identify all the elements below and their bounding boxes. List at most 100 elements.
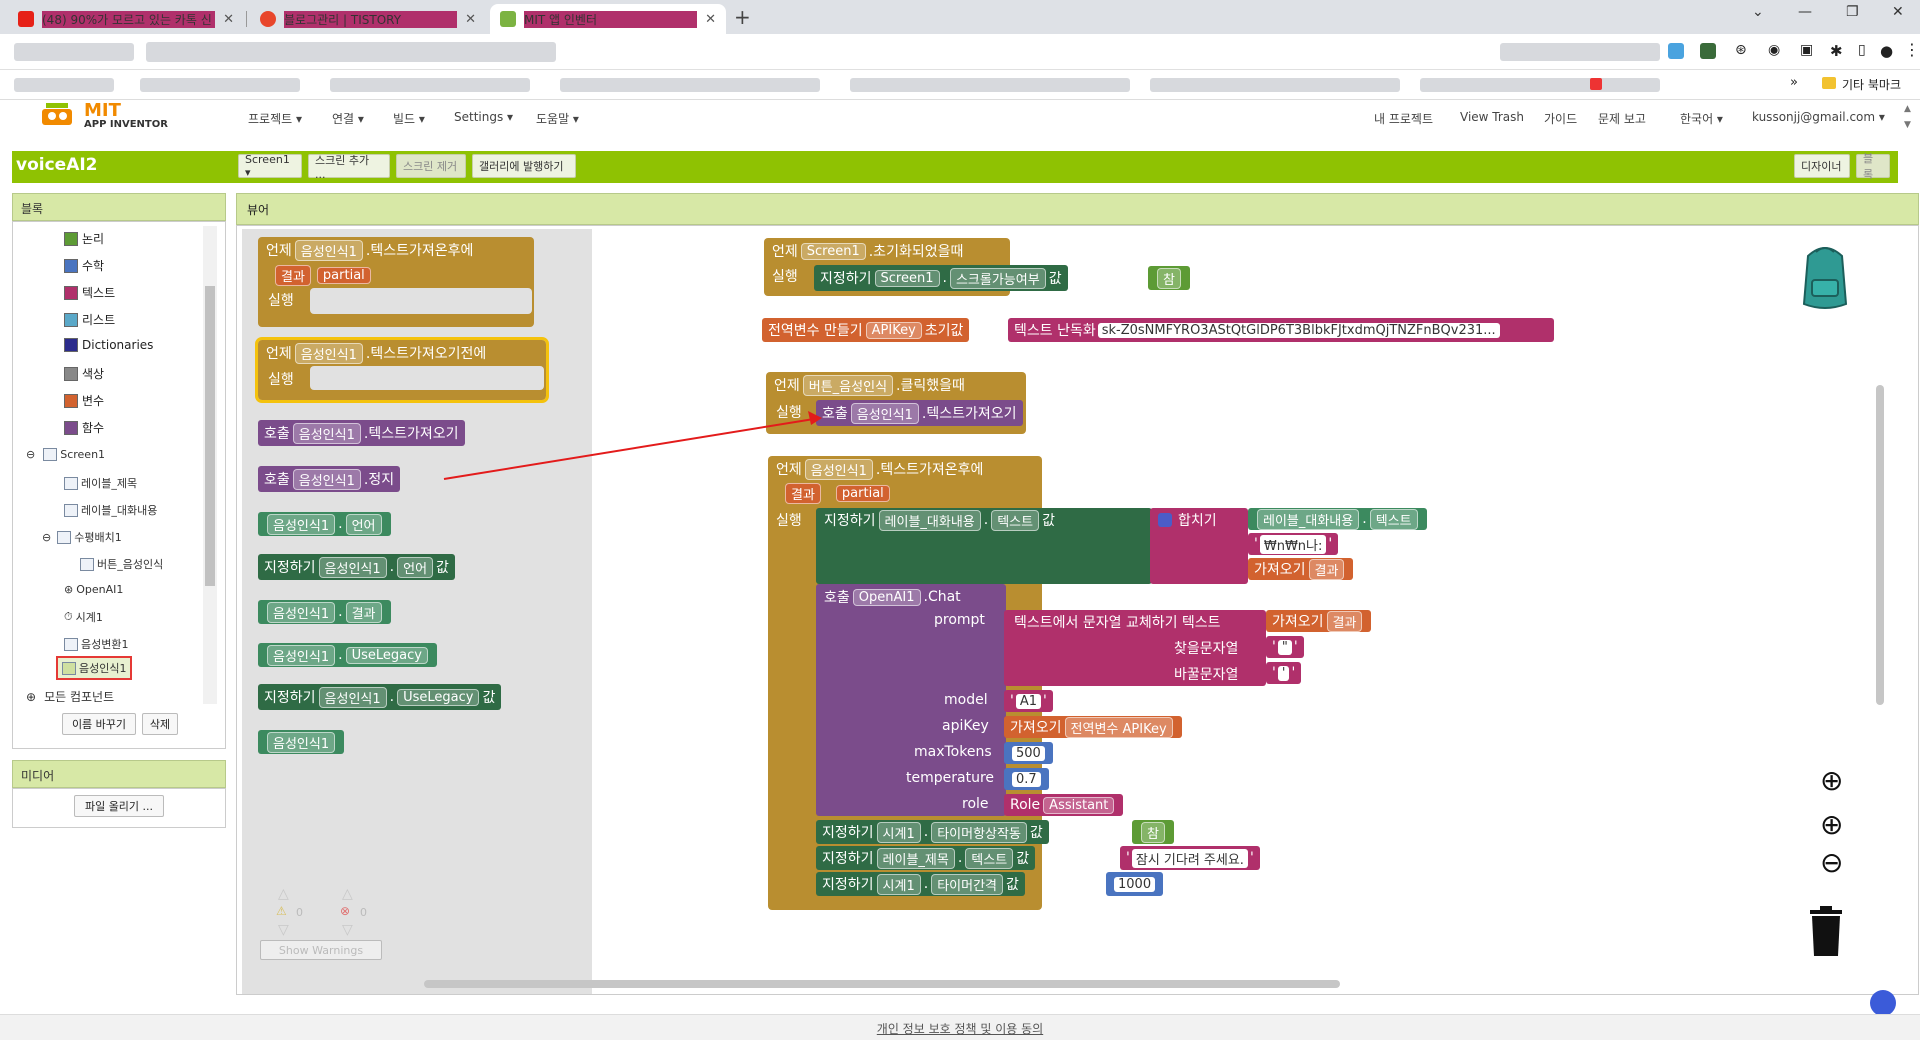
text-wait[interactable]: ' 잠시 기다려 주세요. ' bbox=[1120, 846, 1260, 870]
string[interactable]: 잠시 기다려 주세요. bbox=[1131, 848, 1248, 868]
flyout-get-language[interactable]: 음성인식1. 언어 bbox=[258, 512, 391, 536]
menu-build[interactable]: 빌드 ▾ bbox=[393, 110, 425, 127]
component-dropdown[interactable]: 음성인식1 bbox=[804, 458, 873, 480]
error-nav-up-icon[interactable]: △ bbox=[342, 886, 353, 902]
collapse-icon[interactable]: ⊖ bbox=[26, 448, 35, 461]
call-get-text[interactable]: 호출 음성인식1 .텍스트가져오기 bbox=[816, 400, 1023, 426]
component-dropdown[interactable]: 음성인식1 bbox=[294, 239, 363, 261]
chat-assistant-icon[interactable] bbox=[1870, 990, 1896, 1016]
flyout-component-block[interactable]: 음성인식1 bbox=[258, 730, 345, 754]
component-dropdown[interactable]: Screen1 bbox=[800, 242, 866, 260]
publish-gallery-button[interactable]: 갤러리에 발행하기 bbox=[472, 154, 576, 178]
bool-true[interactable]: 참 bbox=[1148, 266, 1190, 290]
block-variable[interactable]: 변수 bbox=[82, 392, 104, 409]
property-dropdown[interactable]: 언어 bbox=[345, 513, 382, 535]
menu-view-trash[interactable]: View Trash bbox=[1460, 110, 1524, 124]
flyout-set-language[interactable]: 지정하기 음성인식1. 언어 값 bbox=[258, 554, 455, 580]
bookmarks-more-chevron[interactable]: » bbox=[1790, 75, 1798, 90]
set-title-text[interactable]: 지정하기 레이블_제목. 텍스트 값 bbox=[816, 846, 1036, 870]
text-newline[interactable]: ' ₩n₩n나: ' bbox=[1248, 533, 1339, 555]
url-field[interactable] bbox=[146, 42, 556, 62]
property-dropdown[interactable]: 언어 bbox=[397, 556, 434, 578]
flyout-call-stop[interactable]: 호출 음성인식1 .정지 bbox=[258, 466, 401, 492]
privacy-link[interactable]: 개인 정보 보호 정책 및 이용 동의 bbox=[877, 1022, 1043, 1036]
logo-mit[interactable]: MIT bbox=[84, 100, 121, 121]
panel-scrollbar[interactable] bbox=[203, 226, 217, 704]
flyout-call-get-text[interactable]: 호출 음성인식1 .텍스트가져오기 bbox=[258, 420, 465, 446]
mit-logo-icon[interactable] bbox=[38, 101, 78, 131]
screen-dropdown[interactable]: Screen1 ▾ bbox=[238, 153, 302, 179]
collapse-icon[interactable]: ⊖ bbox=[42, 531, 51, 544]
menu-help[interactable]: 도움말 ▾ bbox=[536, 110, 579, 127]
more-menu-icon[interactable]: ⋮ bbox=[1904, 40, 1920, 59]
property-dropdown[interactable]: 타이머항상작동 bbox=[931, 821, 1027, 843]
component-dropdown[interactable]: 음성인식1 bbox=[850, 402, 919, 424]
var-dropdown[interactable]: 결과 bbox=[1308, 558, 1345, 580]
var-name[interactable]: APIKey bbox=[865, 321, 922, 339]
component-dropdown[interactable]: 음성인식1 bbox=[267, 731, 336, 753]
component-dropdown[interactable]: 버튼_음성인식 bbox=[802, 374, 894, 396]
block-color[interactable]: 색상 bbox=[82, 365, 104, 382]
extension-icon[interactable] bbox=[1668, 43, 1684, 59]
component-dropdown[interactable]: 음성인식1 bbox=[267, 644, 336, 666]
get-result[interactable]: 가져오기 결과 bbox=[1248, 558, 1354, 580]
menu-language[interactable]: 한국어 ▾ bbox=[1680, 110, 1723, 127]
menu-guide[interactable]: 가이드 bbox=[1544, 110, 1577, 127]
component-dropdown[interactable]: 음성인식1 bbox=[267, 601, 336, 623]
property-dropdown[interactable]: 텍스트 bbox=[1369, 508, 1418, 530]
close-icon[interactable]: ✕ bbox=[465, 12, 476, 27]
show-warnings-button[interactable]: Show Warnings bbox=[260, 940, 382, 960]
tree-screen1[interactable]: Screen1 bbox=[60, 448, 105, 461]
string[interactable]: A1 bbox=[1015, 693, 1042, 709]
get-chat-label-text[interactable]: 레이블_대화내용. 텍스트 bbox=[1248, 508, 1427, 530]
component-dropdown[interactable]: 레이블_제목 bbox=[876, 847, 955, 869]
warning-nav-down-icon[interactable]: ▽ bbox=[278, 922, 289, 938]
component-dropdown[interactable]: Screen1 bbox=[874, 269, 940, 287]
block-text[interactable]: 텍스트 bbox=[82, 284, 115, 301]
component-dropdown[interactable]: 시계1 bbox=[876, 873, 921, 895]
component-dropdown[interactable]: 시계1 bbox=[876, 821, 921, 843]
zoom-in-icon[interactable]: ⊕ bbox=[1820, 808, 1843, 841]
text-quote[interactable]: ' " ' bbox=[1266, 636, 1304, 658]
other-bookmarks[interactable]: 기타 북마크 bbox=[1842, 76, 1901, 93]
tree-tts[interactable]: 음성변환1 bbox=[81, 636, 128, 652]
workspace-horizontal-scrollbar[interactable] bbox=[424, 980, 1340, 988]
bool-dropdown[interactable]: 참 bbox=[1157, 267, 1181, 289]
menu-project[interactable]: 프로젝트 ▾ bbox=[248, 110, 302, 127]
component-dropdown[interactable]: 음성인식1 bbox=[318, 686, 387, 708]
error-nav-down-icon[interactable]: ▽ bbox=[342, 922, 353, 938]
tab-search-chevron-icon[interactable]: ⌄ bbox=[1752, 4, 1764, 20]
trash-icon[interactable] bbox=[1806, 904, 1846, 958]
property-dropdown[interactable]: 스크롤가능여부 bbox=[949, 267, 1046, 289]
page-scroll-down-icon[interactable]: ▼ bbox=[1904, 120, 1911, 130]
bool-dropdown[interactable]: 참 bbox=[1141, 821, 1165, 843]
string[interactable]: ' bbox=[1277, 665, 1290, 681]
property-dropdown[interactable]: UseLegacy bbox=[345, 646, 428, 664]
var-dropdown[interactable]: 결과 bbox=[1326, 610, 1363, 632]
minimize-icon[interactable]: — bbox=[1798, 4, 1812, 20]
gear-icon[interactable] bbox=[1158, 513, 1172, 527]
close-window-icon[interactable]: ✕ bbox=[1892, 4, 1904, 20]
tab-youtube[interactable]: (48) 90%가 모르고 있는 카톡 신 ✕ bbox=[8, 4, 244, 34]
remove-screen-button[interactable]: 스크린 제거 bbox=[396, 154, 466, 178]
param-partial[interactable]: partial bbox=[316, 266, 371, 284]
global-var-apikey[interactable]: 전역변수 만들기 APIKey 초기값 bbox=[762, 318, 970, 342]
string[interactable]: " bbox=[1277, 639, 1292, 655]
number[interactable]: 500 bbox=[1012, 745, 1045, 761]
close-icon[interactable]: ✕ bbox=[223, 12, 234, 27]
blocks-button[interactable]: 블록 bbox=[1856, 152, 1890, 181]
number-500[interactable]: 500 bbox=[1004, 742, 1053, 764]
number[interactable]: 0.7 bbox=[1012, 771, 1041, 787]
get-global-apikey[interactable]: 가져오기 전역변수 APIKey bbox=[1004, 716, 1182, 738]
role-dropdown[interactable]: Assistant bbox=[1043, 796, 1115, 814]
recenter-icon[interactable]: ⊕ bbox=[1820, 764, 1843, 797]
component-dropdown[interactable]: 음성인식1 bbox=[267, 513, 336, 535]
menu-report[interactable]: 문제 보고 bbox=[1598, 110, 1646, 127]
api-key-string[interactable]: sk-Z0sNMFYRO3AStQtGlDP6T3BlbkFJtxdmQjTNZ… bbox=[1097, 322, 1500, 338]
component-dropdown[interactable]: 음성인식1 bbox=[294, 342, 363, 364]
extensions-puzzle-icon[interactable]: ✱ bbox=[1830, 42, 1843, 60]
block-dictionaries[interactable]: Dictionaries bbox=[82, 338, 153, 352]
tree-button[interactable]: 버튼_음성인식 bbox=[97, 556, 163, 572]
block-list[interactable]: 리스트 bbox=[82, 311, 115, 328]
component-dropdown[interactable]: 음성인식1 bbox=[292, 468, 361, 490]
